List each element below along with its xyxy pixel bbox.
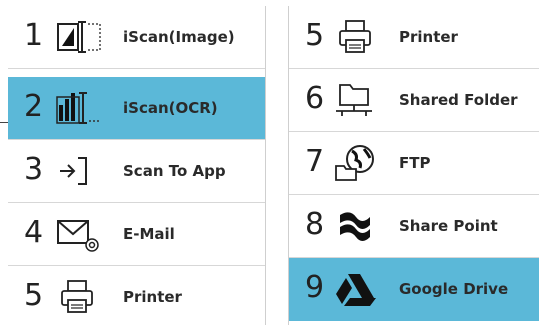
destination-list-left: 1 iScan(Image) 2 iScan(OCR) 3 Scan To Ap… (8, 6, 266, 325)
item-label: E-Mail (123, 225, 175, 243)
google-drive-icon (336, 274, 376, 306)
destination-item-google-drive[interactable]: 9 Google Drive (289, 258, 539, 321)
destination-item-printer[interactable]: 5 Printer (8, 266, 265, 329)
item-number: 4 (24, 215, 44, 250)
item-number: 5 (24, 278, 44, 313)
destination-item-ftp[interactable]: 7 FTP (289, 132, 539, 195)
destination-item-printer[interactable]: 5 Printer (289, 6, 539, 69)
item-label: Shared Folder (399, 91, 518, 109)
destination-list-right: 5 Printer 6 Shared Folder 7 FTP 8 Share … (288, 6, 539, 325)
item-label: Google Drive (399, 280, 509, 298)
item-number: 1 (24, 18, 44, 53)
item-label: Share Point (399, 217, 498, 235)
sharepoint-icon (340, 212, 370, 241)
item-label: Scan To App (123, 162, 226, 180)
item-number: 3 (24, 152, 44, 187)
item-number: 2 (24, 89, 44, 124)
item-label: Printer (123, 288, 182, 306)
shared-folder-icon (336, 84, 372, 116)
printer-icon (339, 20, 371, 53)
destination-item-share-point[interactable]: 8 Share Point (289, 195, 539, 258)
destination-item-email[interactable]: 4 E-Mail (8, 203, 265, 266)
item-number: 5 (305, 18, 325, 53)
item-label: iScan(Image) (123, 28, 235, 46)
scan-to-app-icon (60, 157, 87, 185)
destination-item-iscan-image[interactable]: 1 iScan(Image) (8, 6, 265, 69)
ftp-globe-icon (335, 145, 374, 181)
item-number: 6 (305, 81, 325, 116)
item-number: 8 (305, 207, 325, 242)
iscan-ocr-icon (56, 92, 100, 124)
email-icon (57, 220, 99, 252)
destination-item-shared-folder[interactable]: 6 Shared Folder (289, 69, 539, 132)
item-label: iScan(OCR) (123, 99, 218, 117)
destination-item-iscan-ocr[interactable]: 2 iScan(OCR) (8, 77, 265, 140)
item-label: Printer (399, 28, 458, 46)
iscan-image-icon (57, 21, 101, 53)
destination-item-scan-to-app[interactable]: 3 Scan To App (8, 140, 265, 203)
item-number: 7 (305, 144, 325, 179)
printer-icon (61, 280, 93, 313)
item-number: 9 (305, 270, 325, 305)
item-label: FTP (399, 154, 431, 172)
